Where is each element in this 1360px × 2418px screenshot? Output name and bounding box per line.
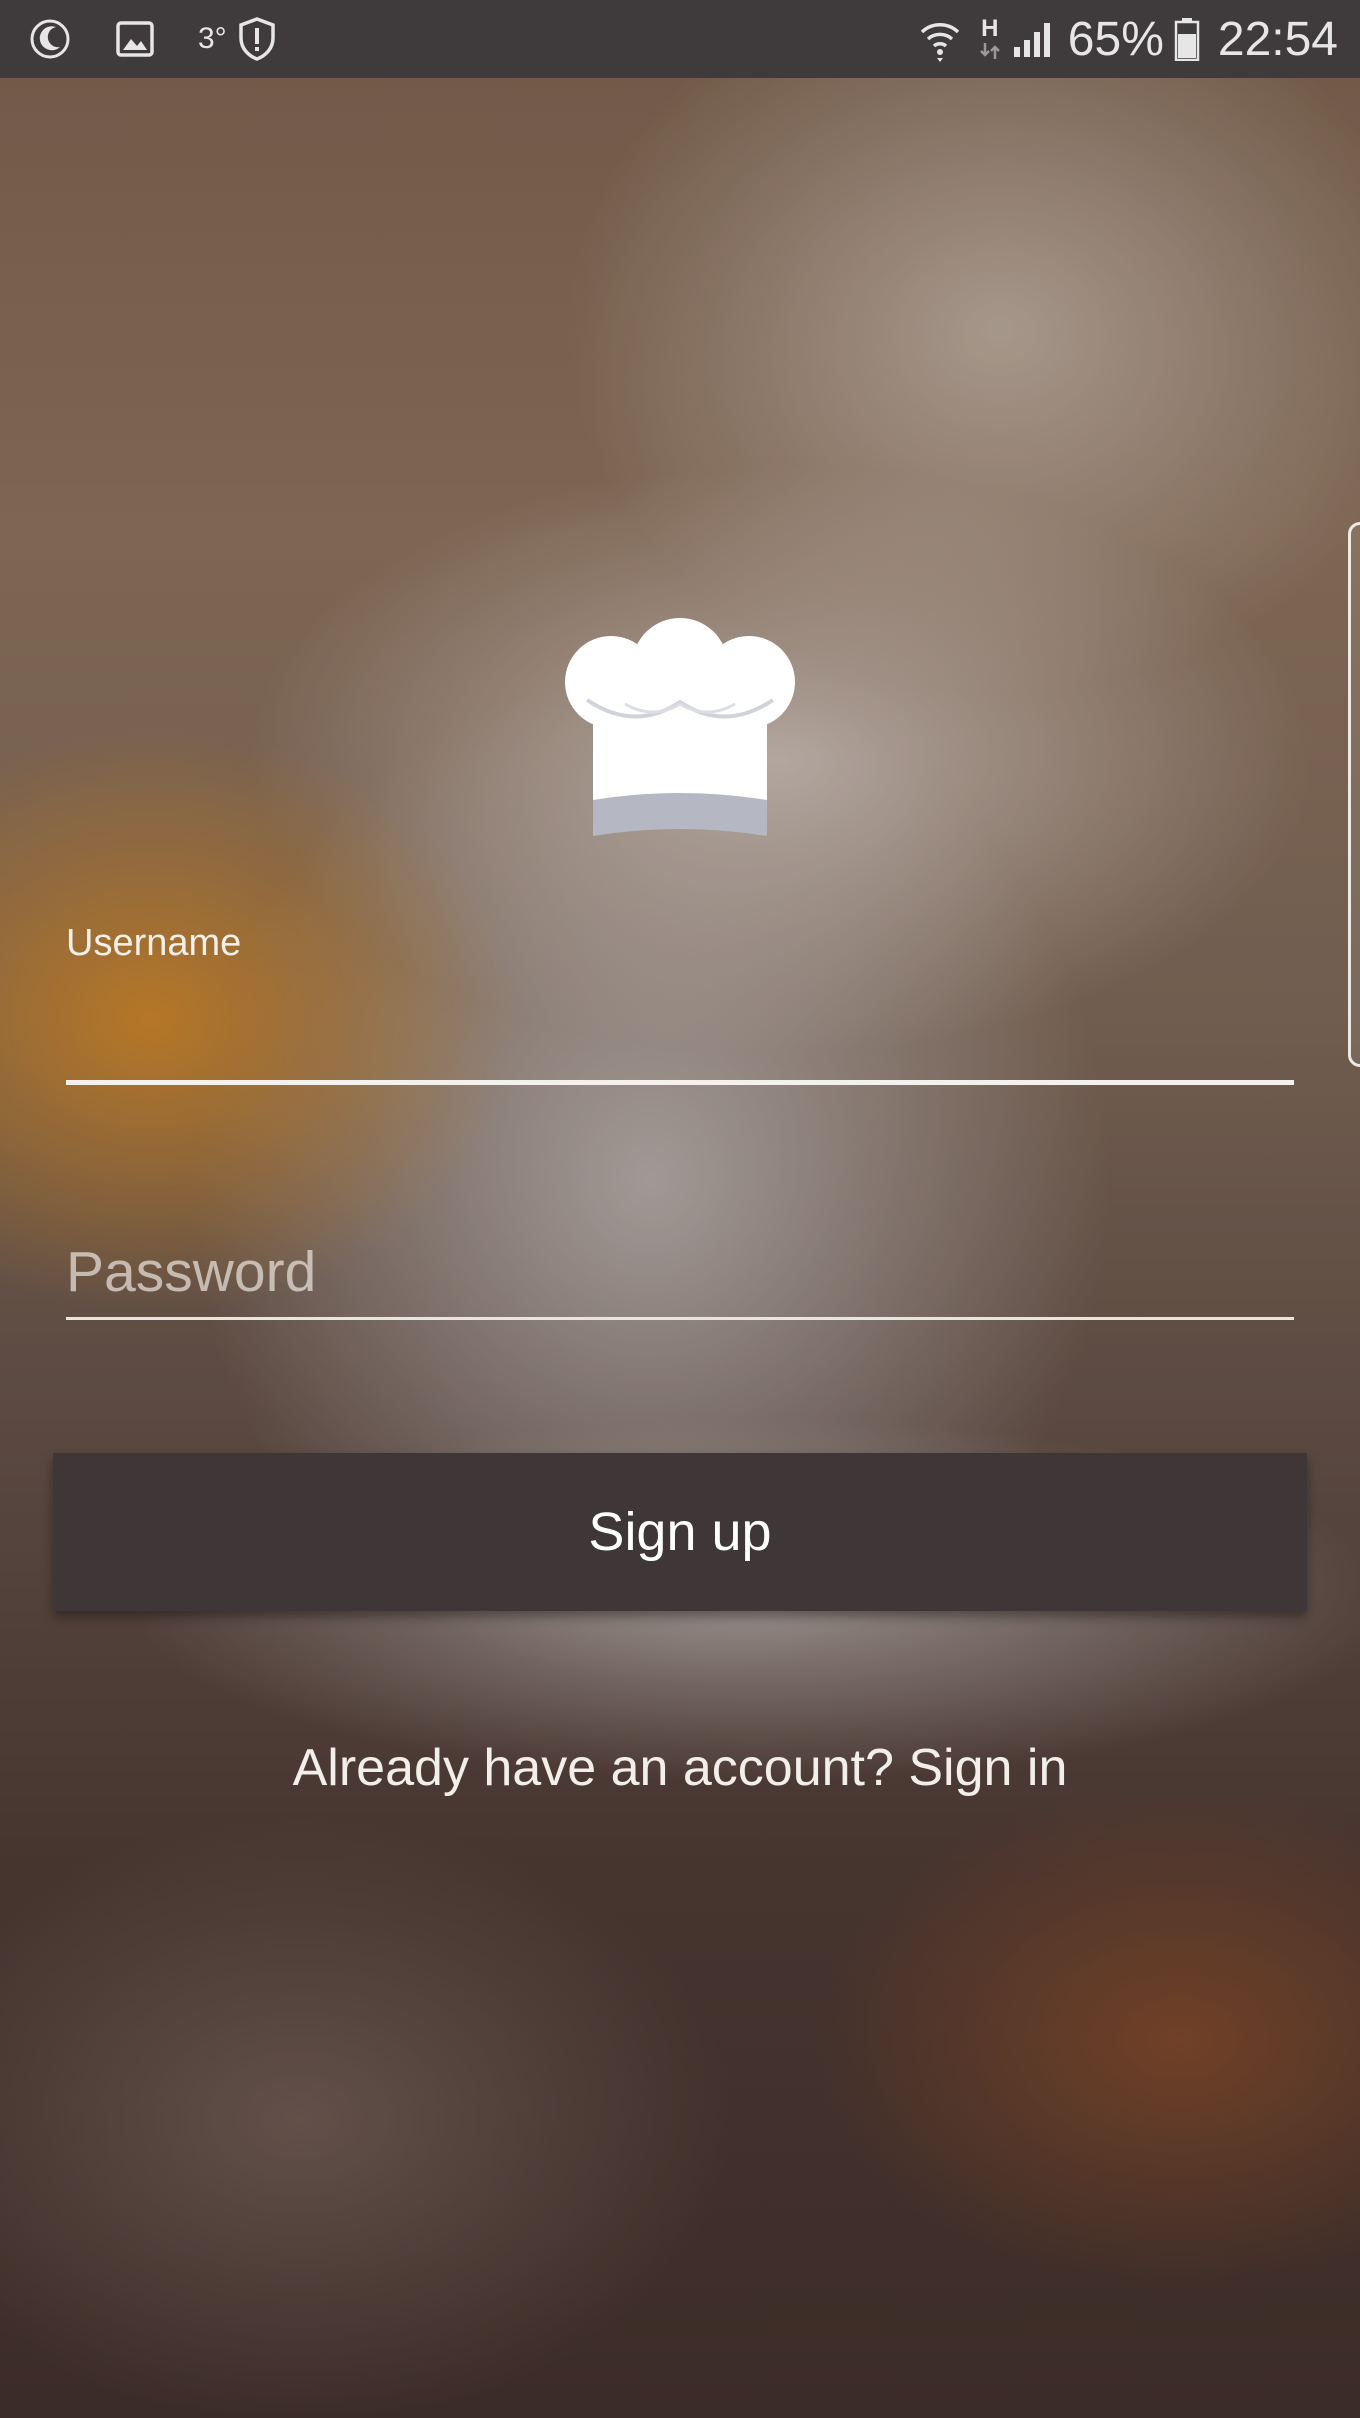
edge-panel-handle[interactable] xyxy=(1348,522,1360,1067)
signup-button[interactable]: Sign up xyxy=(53,1453,1307,1611)
status-bar: 3° H 65% 22:54 xyxy=(0,0,1360,78)
chef-hat-icon xyxy=(563,618,797,836)
username-underline xyxy=(66,1080,1294,1085)
signin-link[interactable]: Already have an account? Sign in xyxy=(0,1738,1360,1798)
username-label: Username xyxy=(66,922,242,964)
image-icon xyxy=(116,20,154,58)
shield-alert-icon xyxy=(237,16,277,62)
clock: 22:54 xyxy=(1217,12,1338,66)
h-network-icon: H xyxy=(978,17,1002,61)
signal-icon xyxy=(1012,19,1054,59)
network-type-text: H xyxy=(981,15,999,42)
password-input[interactable] xyxy=(66,1228,1294,1316)
blurred-coffee-background xyxy=(0,0,1360,2418)
moon-icon xyxy=(28,17,72,61)
wifi-icon xyxy=(918,16,962,62)
temperature-text: 3° xyxy=(198,22,227,55)
battery-percent: 65% xyxy=(1067,12,1164,66)
password-underline xyxy=(66,1317,1294,1320)
username-input[interactable] xyxy=(66,980,1294,1078)
status-bar-right: H 65% 22:54 xyxy=(918,12,1338,67)
status-bar-left: 3° xyxy=(28,16,277,62)
battery-icon xyxy=(1174,17,1200,61)
